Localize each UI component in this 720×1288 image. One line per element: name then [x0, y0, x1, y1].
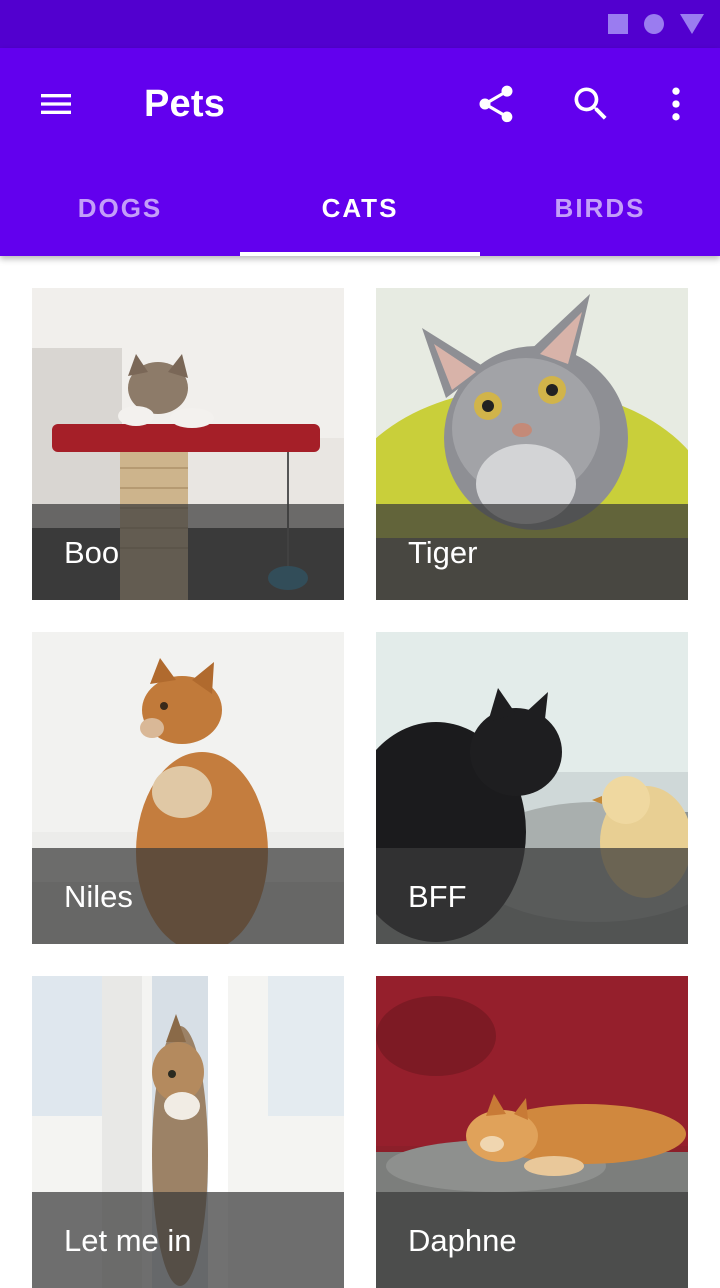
tab-label: CATS — [321, 192, 399, 223]
grid-tile[interactable]: Boo — [32, 288, 344, 600]
more-vert-icon — [672, 87, 680, 121]
tab-dogs[interactable]: DOGS — [0, 160, 240, 256]
menu-button[interactable] — [28, 76, 84, 132]
tab-label: BIRDS — [554, 192, 646, 223]
square-icon — [608, 14, 628, 34]
grid-tile[interactable]: Niles — [32, 632, 344, 944]
status-bar — [0, 0, 720, 48]
tab-cats[interactable]: CATS — [240, 160, 480, 256]
grid-tile[interactable]: Let me in — [32, 976, 344, 1288]
tile-caption: Let me in — [32, 1192, 344, 1288]
triangle-icon — [680, 14, 704, 34]
search-button[interactable] — [563, 76, 619, 132]
tab-label: DOGS — [77, 192, 163, 223]
tile-caption: BFF — [376, 848, 688, 944]
tile-caption: Niles — [32, 848, 344, 944]
tile-caption: Boo — [32, 504, 344, 600]
cat-name: BFF — [408, 879, 467, 914]
tab-indicator — [240, 252, 480, 256]
grid-tile[interactable]: BFF — [376, 632, 688, 944]
cat-name: Niles — [64, 879, 133, 914]
tab-birds[interactable]: BIRDS — [480, 160, 720, 256]
share-icon — [479, 85, 513, 123]
toolbar: Pets — [0, 48, 720, 160]
more-options-button[interactable] — [648, 76, 704, 132]
status-icons — [608, 14, 704, 34]
grid-tile[interactable]: Tiger — [376, 288, 688, 600]
cat-name: Daphne — [408, 1223, 517, 1258]
menu-icon — [41, 94, 71, 114]
tile-caption: Tiger — [376, 504, 688, 600]
page-title: Pets — [144, 83, 226, 125]
tab-bar: DOGS CATS BIRDS — [0, 160, 720, 256]
cat-name: Tiger — [408, 535, 478, 570]
circle-icon — [644, 14, 664, 34]
search-icon — [574, 87, 607, 120]
share-button[interactable] — [468, 76, 524, 132]
tile-caption: Daphne — [376, 1192, 688, 1288]
cat-name: Let me in — [64, 1223, 192, 1258]
grid-tile[interactable]: Daphne — [376, 976, 688, 1288]
cat-name: Boo — [64, 535, 120, 570]
app-bar: Pets DOGS CATS BIRDS — [0, 48, 720, 256]
